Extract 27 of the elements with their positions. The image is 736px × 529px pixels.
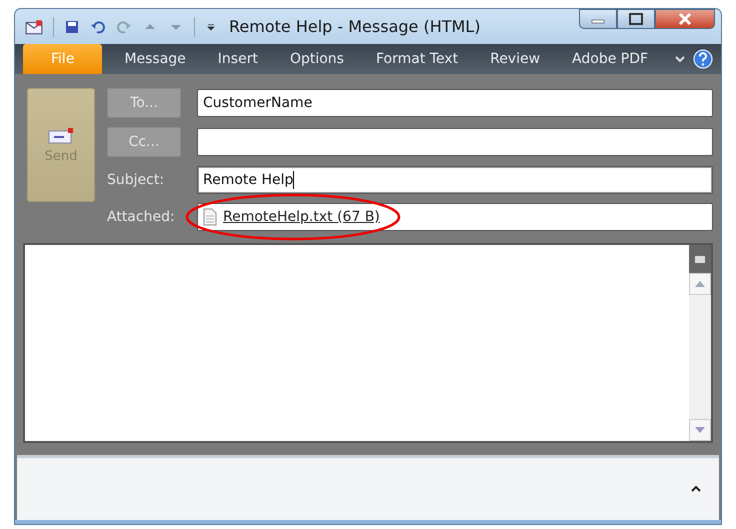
minimize-button[interactable] xyxy=(579,9,617,29)
window-title: Remote Help - Message (HTML) xyxy=(229,17,480,36)
field-label: Attached: xyxy=(107,209,176,225)
maximize-button[interactable] xyxy=(617,9,655,29)
field-label: Subject: xyxy=(107,172,166,188)
document-icon xyxy=(203,208,217,226)
envelope-icon[interactable] xyxy=(25,18,43,36)
ribbon-tab[interactable]: Message xyxy=(108,44,202,74)
ribbon-tab[interactable]: Insert xyxy=(202,44,274,74)
save-icon[interactable] xyxy=(64,18,80,35)
ribbon-tab[interactable]: Adobe PDF xyxy=(556,44,664,74)
ribbon-tab[interactable]: Review xyxy=(474,44,556,74)
help-icon[interactable] xyxy=(693,49,713,70)
text-cursor xyxy=(293,171,294,189)
chevron-up-icon[interactable] xyxy=(691,485,701,493)
undo-icon[interactable] xyxy=(90,18,106,35)
maximize-icon xyxy=(629,13,643,25)
close-icon xyxy=(677,12,693,26)
scrollbar[interactable] xyxy=(689,245,711,441)
close-button[interactable] xyxy=(655,9,715,29)
subject-field[interactable]: Remote Help xyxy=(197,166,713,194)
recipient-field[interactable]: CustomerName xyxy=(197,89,713,117)
envelope-icon xyxy=(48,126,74,144)
ribbon-tab[interactable]: Format Text xyxy=(360,44,474,74)
recipient-field[interactable] xyxy=(197,128,713,156)
chevron-down-icon[interactable] xyxy=(675,55,685,64)
ribbon-tab[interactable]: Options xyxy=(274,44,360,74)
